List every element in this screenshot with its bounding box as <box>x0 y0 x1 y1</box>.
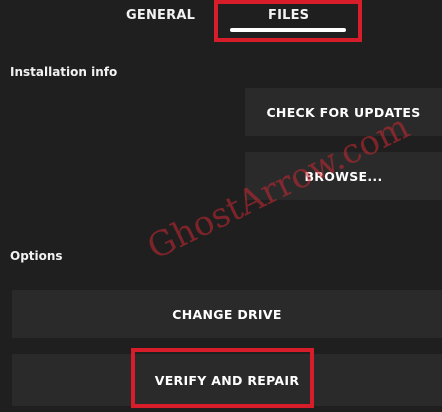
check-for-updates-button[interactable]: CHECK FOR UPDATES <box>245 88 442 136</box>
tab-files[interactable]: FILES <box>268 8 309 26</box>
app-files-settings: GENERAL FILES Installation info CHECK FO… <box>0 0 442 412</box>
change-drive-button[interactable]: CHANGE DRIVE <box>12 290 442 338</box>
active-tab-indicator <box>230 28 346 32</box>
change-drive-label: CHANGE DRIVE <box>172 306 282 322</box>
options-heading: Options <box>10 249 63 263</box>
check-for-updates-label: CHECK FOR UPDATES <box>266 104 421 120</box>
tab-general[interactable]: GENERAL <box>126 8 195 26</box>
verify-and-repair-button[interactable]: VERIFY AND REPAIR <box>12 354 442 406</box>
browse-label: BROWSE... <box>304 168 383 184</box>
verify-and-repair-label: VERIFY AND REPAIR <box>154 372 300 388</box>
browse-button[interactable]: BROWSE... <box>245 152 442 200</box>
installation-info-heading: Installation info <box>10 65 118 79</box>
